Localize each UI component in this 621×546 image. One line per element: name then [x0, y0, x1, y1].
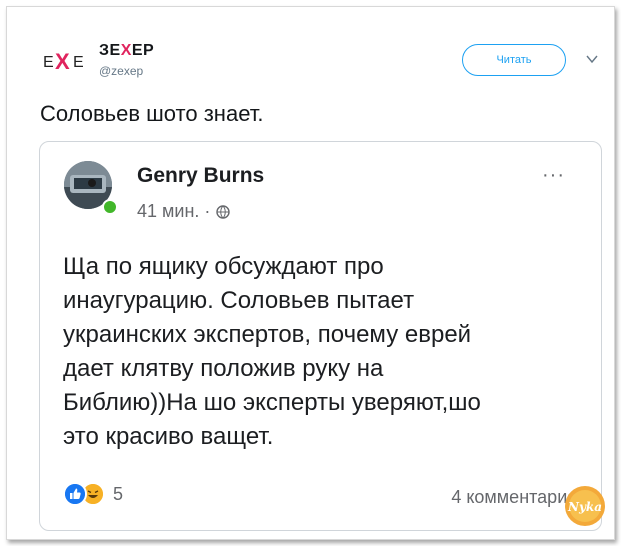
reactions-summary[interactable]: 5	[63, 482, 123, 506]
author-name-x: Х	[120, 42, 132, 59]
svg-text:Nyka: Nyka	[567, 500, 602, 514]
more-options-icon[interactable]: ···	[542, 164, 565, 187]
watermark-logo: Nyka	[565, 486, 605, 526]
author-name-part-1: ЗЕ	[99, 42, 121, 59]
site-logo: Е Х Е	[43, 49, 84, 74]
reaction-count: 5	[113, 483, 124, 504]
chevron-down-icon[interactable]	[585, 52, 599, 66]
post-timestamp[interactable]: 41 мин. ·	[137, 201, 231, 222]
online-status-dot	[102, 199, 118, 215]
screenshot-frame: Е Х Е ЗЕХЕР @zexep Читать Соловьев шото …	[6, 6, 615, 540]
globe-icon	[216, 204, 231, 219]
post-author-name[interactable]: Genry Burns	[137, 164, 264, 188]
embedded-post-card[interactable]: Genry Burns 41 мин. · ··· Ща по ящику об…	[39, 141, 602, 531]
svg-text:Е: Е	[43, 54, 54, 71]
post-body-text: Ща по ящику обсуждают про инаугурацию. С…	[63, 253, 481, 450]
follow-button[interactable]: Читать	[462, 44, 566, 76]
tweet-author-handle[interactable]: @zexep	[99, 64, 143, 78]
author-name-part-2: ЕР	[131, 42, 155, 59]
like-reaction-icon	[63, 482, 87, 506]
svg-text:Е: Е	[73, 54, 84, 71]
comments-count-link[interactable]: 4 комментария	[451, 487, 577, 508]
svg-text:Х: Х	[55, 49, 70, 74]
tweet-author-name[interactable]: ЗЕХЕР	[99, 42, 154, 60]
post-time-text: 41 мин. ·	[137, 201, 211, 221]
tweet-text: Соловьев шото знает.	[40, 101, 264, 126]
